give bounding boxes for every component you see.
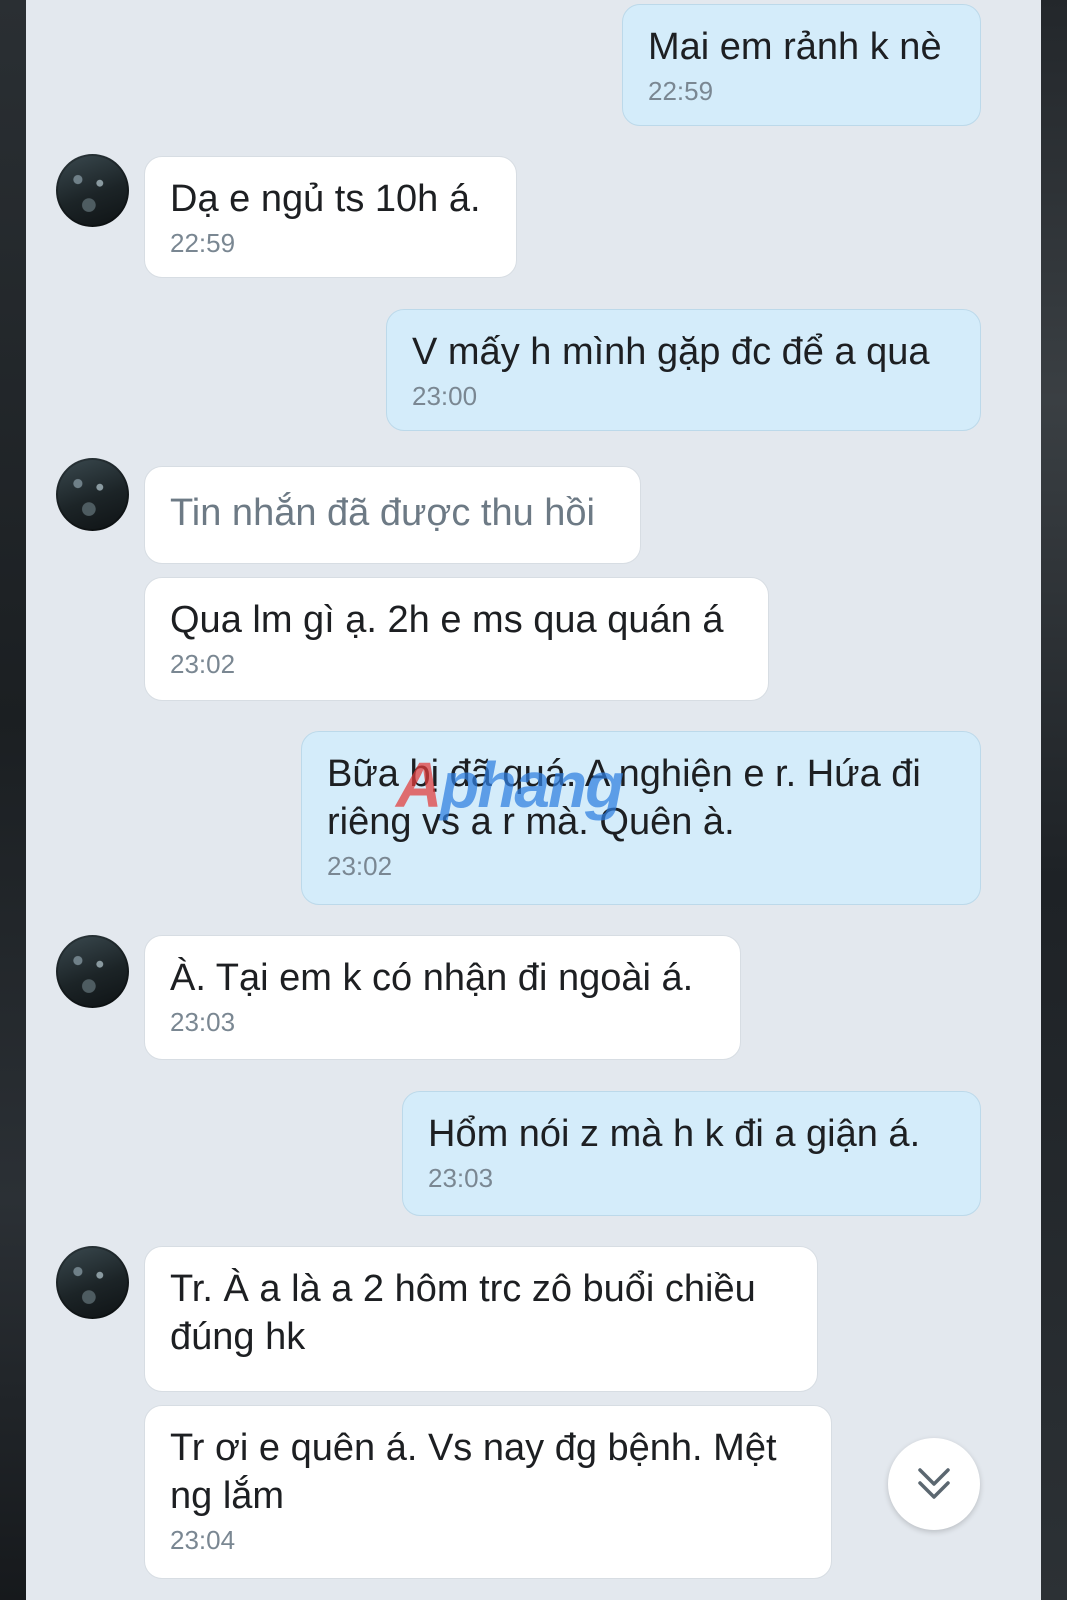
message-text: V mấy h mình gặp đc để a qua <box>412 331 930 373</box>
contact-avatar[interactable] <box>56 154 129 227</box>
message-bubble-incoming[interactable]: À. Tại em k có nhận đi ngoài á. 23:03 <box>144 935 741 1060</box>
contact-avatar[interactable] <box>56 458 129 531</box>
message-time: 23:04 <box>170 1525 236 1555</box>
message-bubble-incoming[interactable]: Tr ơi e quên á. Vs nay đg bệnh. Mệt ng l… <box>144 1405 832 1579</box>
message-text: Hổm nói z mà h k đi a giận á. <box>428 1113 921 1155</box>
message-bubble-outgoing[interactable]: V mấy h mình gặp đc để a qua 23:00 <box>386 309 981 431</box>
message-text: Tr. À a là a 2 hôm trc zô buổi chiều đún… <box>170 1268 756 1358</box>
message-text: Qua lm gì ạ. 2h e ms qua quán á <box>170 599 724 641</box>
message-bubble-incoming[interactable]: Qua lm gì ạ. 2h e ms qua quán á 23:02 <box>144 577 769 701</box>
message-text: Tr ơi e quên á. Vs nay đg bệnh. Mệt ng l… <box>170 1427 777 1517</box>
background-right-edge <box>1041 0 1067 1600</box>
message-bubble-recalled[interactable]: Tin nhắn đã được thu hồi <box>144 466 641 564</box>
message-text: À. Tại em k có nhận đi ngoài á. <box>170 957 694 999</box>
message-text: Bữa bị đã quá. A nghiện e r. Hứa đi riên… <box>327 753 921 843</box>
message-bubble-outgoing[interactable]: Bữa bị đã quá. A nghiện e r. Hứa đi riên… <box>301 731 981 905</box>
background-left-edge <box>0 0 26 1600</box>
message-text: Dạ e ngủ ts 10h á. <box>170 178 481 220</box>
message-bubble-outgoing[interactable]: Mai em rảnh k nè 22:59 <box>622 4 981 126</box>
message-time: 23:02 <box>327 851 393 881</box>
contact-avatar[interactable] <box>56 1246 129 1319</box>
message-time: 23:03 <box>170 1007 236 1037</box>
message-time: 22:59 <box>170 228 236 258</box>
message-time: 22:59 <box>648 76 714 106</box>
message-time: 23:00 <box>412 381 478 411</box>
message-bubble-incoming[interactable]: Tr. À a là a 2 hôm trc zô buổi chiều đún… <box>144 1246 818 1392</box>
contact-avatar[interactable] <box>56 935 129 1008</box>
message-text: Mai em rảnh k nè <box>648 26 942 68</box>
chevron-double-down-icon <box>918 1468 950 1499</box>
recalled-message-text: Tin nhắn đã được thu hồi <box>170 492 595 534</box>
message-time: 23:02 <box>170 649 236 679</box>
message-bubble-outgoing[interactable]: Hổm nói z mà h k đi a giận á. 23:03 <box>402 1091 981 1216</box>
message-time: 23:03 <box>428 1163 494 1193</box>
message-bubble-incoming[interactable]: Dạ e ngủ ts 10h á. 22:59 <box>144 156 517 278</box>
chat-thread[interactable]: Mai em rảnh k nè 22:59 Dạ e ngủ ts 10h á… <box>26 0 1041 1600</box>
scroll-to-bottom-button[interactable] <box>888 1438 980 1530</box>
